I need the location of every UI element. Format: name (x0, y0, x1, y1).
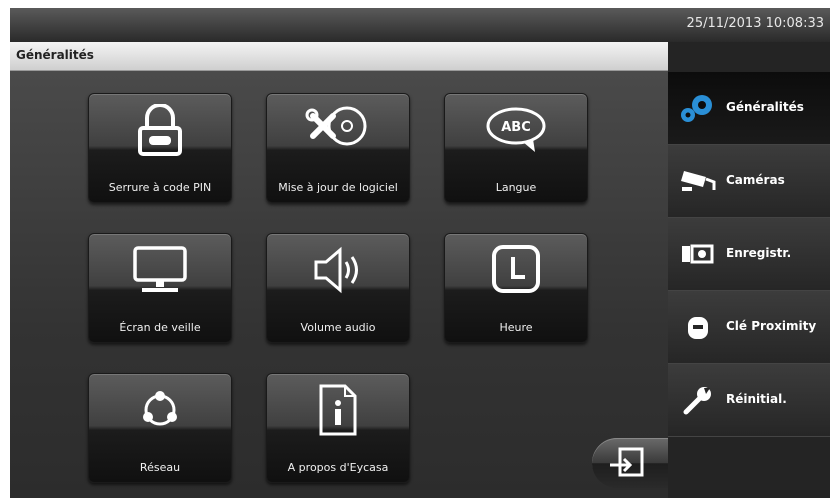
page-title-bar: Généralités (10, 42, 668, 71)
tile-network[interactable]: Réseau (88, 373, 232, 483)
info-document-icon (319, 384, 357, 436)
language-bubble-icon: ABC (486, 107, 546, 152)
tile-time[interactable]: Heure (444, 233, 588, 343)
proximity-key-icon (688, 317, 708, 339)
sidebar-item-proximity-key[interactable]: Clé Proximity (668, 291, 830, 364)
tile-label: Langue (495, 181, 537, 194)
gears-icon (681, 95, 712, 122)
tile-label: A propos d'Eycasa (287, 461, 389, 474)
page-title: Généralités (16, 48, 94, 62)
screen: 25/11/2013 10:08:33 Généralités Serrure … (10, 8, 830, 498)
network-icon (143, 391, 177, 426)
sidebar-item-label: Caméras (726, 173, 785, 187)
tile-about[interactable]: A propos d'Eycasa (266, 373, 410, 483)
sidebar: Généralités Caméras Enregistr. Clé Proxi… (668, 42, 830, 498)
monitor-icon (133, 246, 187, 292)
status-bar: 25/11/2013 10:08:33 (10, 8, 830, 42)
language-icon-text: ABC (501, 120, 531, 135)
tile-pin-lock[interactable]: Serrure à code PIN (88, 93, 232, 203)
tile-audio-volume[interactable]: Volume audio (266, 233, 410, 343)
sidebar-item-general[interactable]: Généralités (668, 72, 830, 145)
wrench-icon (683, 387, 711, 415)
clock-icon (492, 245, 540, 293)
camera-icon (681, 171, 716, 191)
recording-icon (682, 244, 714, 264)
sidebar-item-cameras[interactable]: Caméras (668, 145, 830, 218)
exit-icon (610, 447, 644, 477)
sidebar-item-reset[interactable]: Réinitial. (668, 364, 830, 437)
datetime: 25/11/2013 10:08:33 (686, 16, 824, 31)
tile-screensaver[interactable]: Écran de veille (88, 233, 232, 343)
tile-software-update[interactable]: Mise à jour de logiciel (266, 93, 410, 203)
tile-label: Réseau (139, 461, 181, 474)
tile-label: Serrure à code PIN (108, 181, 212, 194)
tile-label: Volume audio (300, 321, 376, 334)
tile-label: Heure (499, 321, 533, 334)
sidebar-item-label: Clé Proximity (726, 319, 817, 333)
tile-label: Mise à jour de logiciel (278, 181, 398, 194)
sidebar-item-label: Généralités (726, 100, 804, 114)
exit-button[interactable] (592, 438, 668, 488)
tile-label: Écran de veille (119, 321, 201, 334)
sidebar-item-label: Enregistr. (726, 246, 792, 260)
main-panel: Serrure à code PIN Mise à jour de logici… (10, 71, 668, 498)
software-update-icon (305, 106, 367, 146)
sidebar-item-recording[interactable]: Enregistr. (668, 218, 830, 291)
tile-language[interactable]: ABC Langue (444, 93, 588, 203)
speaker-icon (314, 246, 358, 294)
sidebar-item-label: Réinitial. (726, 392, 787, 406)
padlock-icon (138, 104, 182, 156)
